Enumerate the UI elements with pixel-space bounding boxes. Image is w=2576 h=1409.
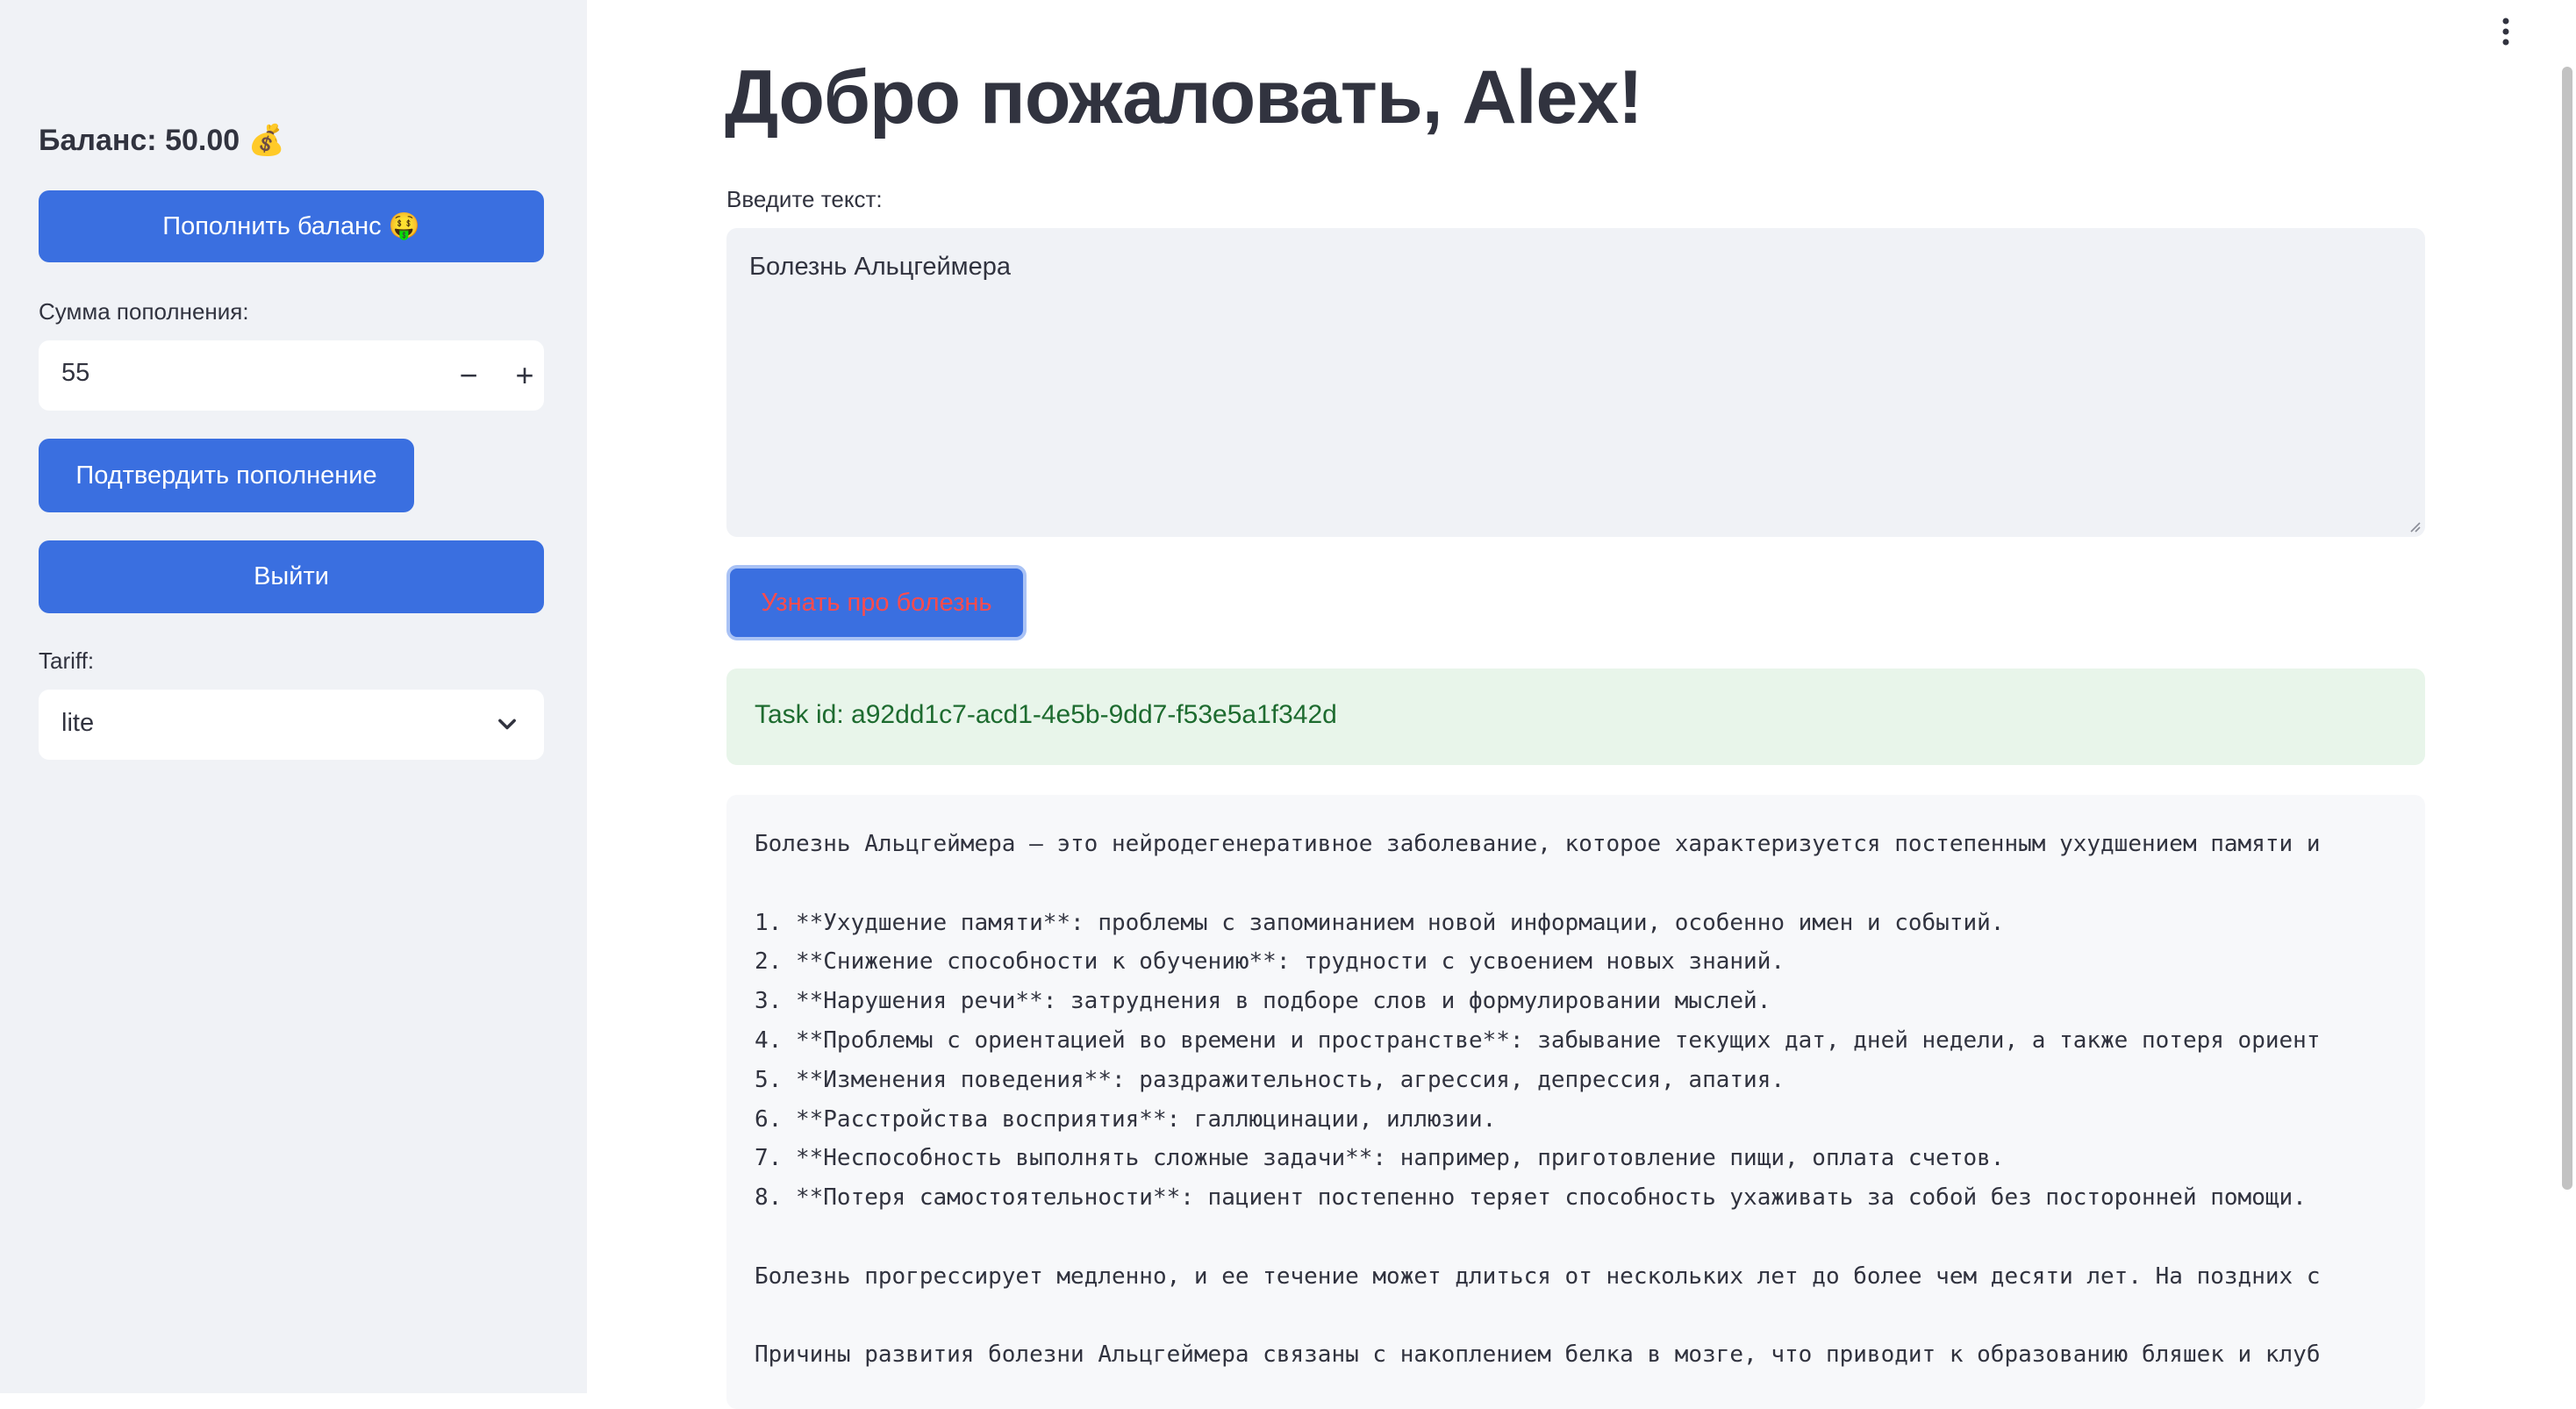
result-line: Болезнь Альцгеймера — это нейродегенерат… <box>755 831 2321 857</box>
task-id-text: Task id: a92dd1c7-acd1-4e5b-9dd7-f53e5a1… <box>755 700 1337 729</box>
amount-label: Сумма пополнения: <box>39 298 249 325</box>
tariff-select[interactable]: lite <box>39 690 544 760</box>
result-line: 2. **Снижение способности к обучению**: … <box>755 948 1785 976</box>
task-id-alert: Task id: a92dd1c7-acd1-4e5b-9dd7-f53e5a1… <box>726 669 2425 765</box>
text-input-area[interactable]: Болезнь Альцгеймера <box>726 228 2425 537</box>
result-code-block[interactable]: Болезнь Альцгеймера — это нейродегенерат… <box>726 795 2425 1409</box>
text-input-value[interactable]: Болезнь Альцгеймера <box>749 253 1011 282</box>
tariff-label: Tariff: <box>39 647 95 674</box>
chevron-down-icon[interactable] <box>495 712 519 737</box>
result-line <box>755 1218 2320 1257</box>
result-line: 5. **Изменения поведения**: раздражитель… <box>755 1066 1785 1093</box>
logout-button[interactable]: Выйти <box>39 540 544 613</box>
page-scrollbar[interactable] <box>2562 67 2572 1190</box>
result-line <box>755 864 2320 904</box>
result-line: 3. **Нарушения речи**: затруднения в под… <box>755 988 1771 1015</box>
result-line: 6. **Расстройства восприятия**: галлюцин… <box>755 1105 1497 1133</box>
amount-number-input[interactable]: 55 − + <box>39 340 544 411</box>
confirm-topup-button[interactable]: Подтвердить пополнение <box>39 439 414 512</box>
balance-text: Баланс: 50.00 💰 <box>39 124 285 157</box>
decrement-button[interactable]: − <box>440 340 497 411</box>
amount-value[interactable]: 55 <box>61 359 89 388</box>
resize-handle-icon[interactable] <box>2408 519 2422 533</box>
result-line: 7. **Неспособность выполнять сложные зад… <box>755 1145 2005 1172</box>
sidebar: Баланс: 50.00 💰 Пополнить баланс 🤑 Сумма… <box>0 0 587 1393</box>
tariff-value: lite <box>61 709 95 737</box>
result-line: Болезнь прогрессирует медленно, и ее теч… <box>755 1262 2321 1290</box>
ask-disease-button[interactable]: Узнать про болезнь <box>726 565 1027 640</box>
result-line: 8. **Потеря самостоятельности**: пациент… <box>755 1184 2307 1212</box>
result-line: 1. **Ухудшение памяти**: проблемы с запо… <box>755 909 2005 936</box>
result-text: Болезнь Альцгеймера — это нейродегенерат… <box>755 825 2320 1375</box>
increment-button[interactable]: + <box>497 340 553 411</box>
more-vertical-icon[interactable] <box>2497 12 2515 53</box>
result-line: Причины развития болезни Альцгеймера свя… <box>755 1341 2321 1369</box>
page-title: Добро пожаловать, Alex! <box>725 55 1643 139</box>
result-line: 4. **Проблемы с ориентацией во времени и… <box>755 1026 2321 1054</box>
topup-balance-button[interactable]: Пополнить баланс 🤑 <box>39 190 544 262</box>
result-line <box>755 1297 2320 1336</box>
text-input-label: Введите текст: <box>726 186 883 212</box>
